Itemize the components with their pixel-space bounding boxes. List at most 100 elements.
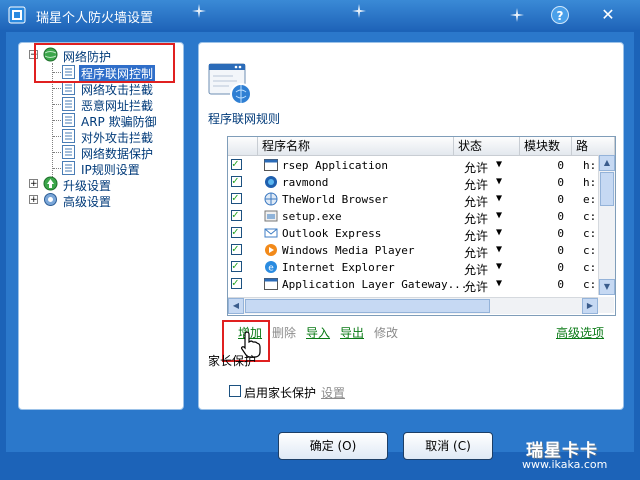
export-link[interactable]: 导出	[340, 324, 364, 341]
sparkle-decoration	[352, 4, 366, 18]
dropdown-arrow-icon[interactable]: ▼	[496, 261, 502, 272]
module-count: 0	[557, 176, 564, 189]
delete-link[interactable]: 删除	[272, 324, 296, 341]
expand-icon[interactable]: +	[29, 195, 38, 205]
browser-globe-icon	[264, 192, 278, 206]
settings-tree: − 网络防护 程序联网控制 网络攻击拦截 恶意网址拦截 ARP 欺骗防御 对外攻…	[19, 43, 183, 409]
page-icon	[62, 161, 75, 175]
cancel-button[interactable]: 取消 (C)	[403, 432, 493, 460]
vertical-scrollbar[interactable]: ▲ ▼	[598, 155, 615, 295]
module-count: 0	[557, 193, 564, 206]
scroll-right-icon[interactable]: ▶	[582, 298, 598, 314]
scroll-up-icon[interactable]: ▲	[599, 155, 615, 171]
dropdown-arrow-icon[interactable]: ▼	[496, 227, 502, 238]
row-checkbox[interactable]	[231, 225, 242, 238]
row-checkbox[interactable]	[231, 242, 242, 255]
family-protection-label[interactable]: 启用家长保护	[244, 384, 316, 401]
scroll-thumb[interactable]	[600, 172, 614, 206]
modify-link[interactable]: 修改	[374, 324, 398, 341]
page-icon	[62, 113, 75, 127]
sparkle-decoration	[510, 8, 524, 22]
tree-item-data-protection[interactable]: 网络数据保护	[19, 144, 169, 161]
tree-item-malicious-url[interactable]: 恶意网址拦截	[19, 96, 169, 113]
expand-icon[interactable]: +	[29, 179, 38, 189]
header-modules[interactable]: 模块数	[520, 137, 572, 155]
resize-grip-icon[interactable]	[598, 297, 614, 313]
header-program-name[interactable]: 程序名称	[258, 137, 454, 155]
setup-icon	[264, 210, 278, 222]
page-icon	[62, 81, 75, 95]
table-row[interactable]: ravmond 允许 ▼ 0 h:	[228, 174, 598, 192]
scroll-left-icon[interactable]: ◀	[228, 298, 244, 314]
header-status[interactable]: 状态	[454, 137, 520, 155]
gear-icon	[44, 193, 57, 206]
dropdown-arrow-icon[interactable]: ▼	[496, 159, 502, 170]
program-name: setup.exe	[282, 210, 342, 223]
program-rules-list[interactable]: 程序名称 状态 模块数 路 rsep Application 允许 ▼ 0 h:…	[227, 136, 616, 316]
module-count: 0	[557, 227, 564, 240]
row-checkbox[interactable]	[231, 174, 242, 187]
dropdown-arrow-icon[interactable]: ▼	[496, 176, 502, 187]
section-title: 程序联网规则	[208, 112, 281, 126]
rising-globe-icon	[265, 176, 277, 188]
table-row[interactable]: rsep Application 允许 ▼ 0 h:	[228, 157, 598, 175]
program-name: Outlook Express	[282, 227, 382, 240]
dropdown-arrow-icon[interactable]: ▼	[496, 210, 502, 221]
upgrade-icon	[43, 176, 58, 191]
close-button[interactable]: ✕	[598, 6, 618, 24]
ok-button[interactable]: 确定 (O)	[278, 432, 388, 460]
app-window-icon	[264, 278, 278, 290]
module-count: 0	[557, 261, 564, 274]
tree-item-ip-rules[interactable]: IP规则设置	[19, 160, 169, 177]
header-check-column	[228, 137, 258, 155]
help-button[interactable]: ?	[551, 6, 569, 24]
dropdown-arrow-icon[interactable]: ▼	[496, 193, 502, 204]
table-row[interactable]: Application Layer Gateway... 允许 ▼ 0 c:	[228, 276, 598, 295]
row-checkbox[interactable]	[231, 208, 242, 221]
scroll-down-icon[interactable]: ▼	[599, 279, 615, 295]
dropdown-arrow-icon[interactable]: ▼	[496, 244, 502, 255]
program-name: ravmond	[282, 176, 329, 189]
tree-node-upgrade[interactable]: + 升级设置	[19, 176, 169, 193]
page-icon	[62, 129, 75, 143]
program-path: c:	[583, 210, 597, 223]
tree-node-advanced[interactable]: + 高级设置	[19, 192, 169, 209]
program-path: c:	[583, 261, 597, 274]
page-icon	[62, 97, 75, 111]
program-path: e:	[583, 193, 597, 206]
tree-item-arp-defense[interactable]: ARP 欺骗防御	[19, 112, 169, 129]
program-path: c:	[583, 244, 597, 257]
header-path[interactable]: 路	[572, 137, 615, 155]
table-row[interactable]: setup.exe 允许 ▼ 0 c:	[228, 208, 598, 226]
window-title: 瑞星个人防火墙设置	[36, 11, 154, 26]
table-row[interactable]: e Internet Explorer 允许 ▼ 0 c:	[228, 259, 598, 277]
family-protection-checkbox[interactable]	[229, 385, 241, 397]
row-checkbox[interactable]	[231, 191, 242, 204]
tree-node-label: 高级设置	[63, 195, 112, 209]
highlight-box	[34, 43, 175, 83]
mail-icon	[264, 228, 278, 238]
tree-item-outbound-attack[interactable]: 对外攻击拦截	[19, 128, 169, 145]
table-row[interactable]: Windows Media Player 允许 ▼ 0 c:	[228, 242, 598, 260]
table-row[interactable]: TheWorld Browser 允许 ▼ 0 e:	[228, 191, 598, 209]
horizontal-scrollbar[interactable]: ◀ ▶	[228, 297, 598, 314]
nav-panel: − 网络防护 程序联网控制 网络攻击拦截 恶意网址拦截 ARP 欺骗防御 对外攻…	[18, 42, 184, 410]
title-bar: 瑞星个人防火墙设置 ? ✕	[0, 0, 640, 30]
program-name: TheWorld Browser	[282, 193, 388, 206]
row-checkbox[interactable]	[231, 259, 242, 272]
network-window-icon	[208, 63, 252, 105]
sparkle-decoration	[192, 4, 206, 18]
program-name: rsep Application	[282, 159, 388, 172]
status-value[interactable]: 允许	[464, 278, 488, 295]
table-row[interactable]: Outlook Express 允许 ▼ 0 c:	[228, 225, 598, 243]
import-link[interactable]: 导入	[306, 324, 330, 341]
scroll-thumb[interactable]	[245, 299, 490, 313]
advanced-options-link[interactable]: 高级选项	[556, 324, 604, 341]
app-window-icon	[264, 159, 278, 171]
row-checkbox[interactable]	[231, 157, 242, 170]
row-checkbox[interactable]	[231, 276, 242, 289]
dropdown-arrow-icon[interactable]: ▼	[496, 278, 502, 289]
family-settings-link[interactable]: 设置	[321, 384, 345, 401]
watermark-url: www.ikaka.com	[522, 458, 608, 471]
program-path: c:	[583, 278, 597, 291]
